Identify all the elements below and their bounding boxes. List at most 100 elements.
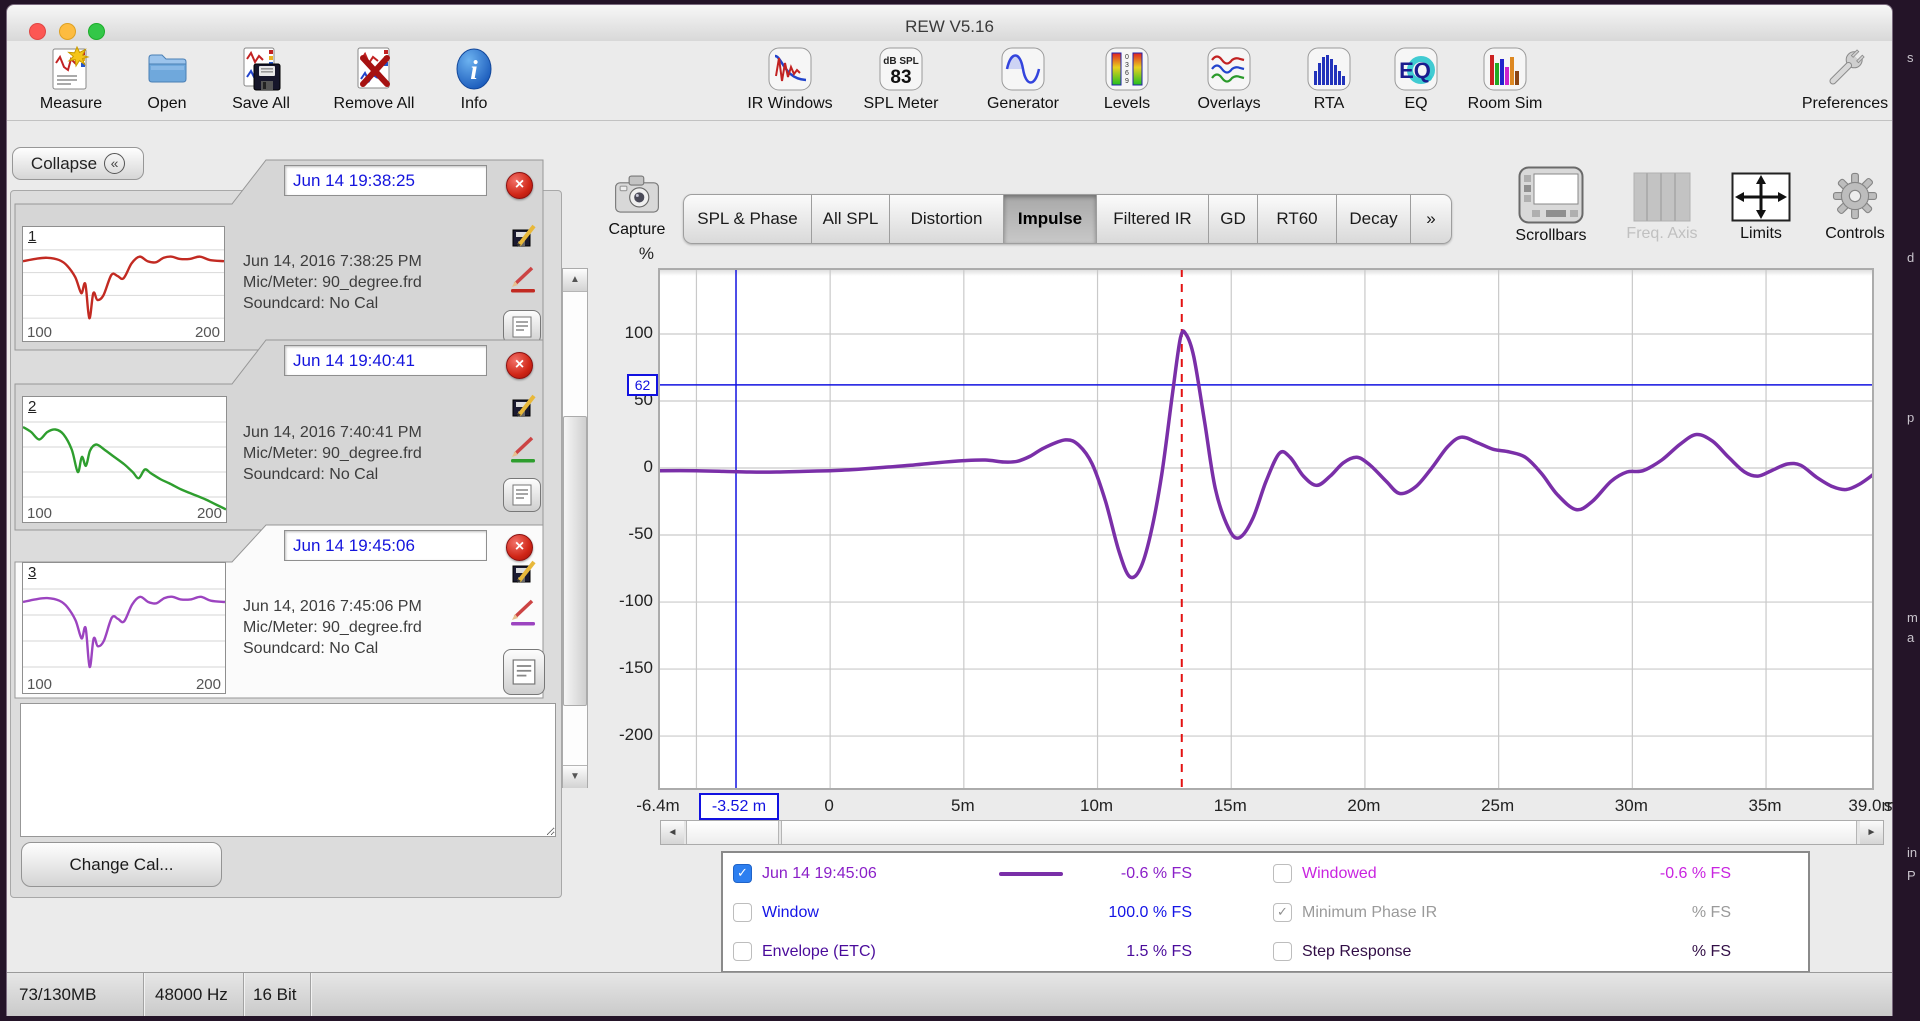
measurement-thumbnail[interactable]: 1 100 200: [22, 226, 225, 342]
measurement-info: Jun 14, 2016 7:45:06 PM Mic/Meter: 90_de…: [243, 596, 493, 659]
trace-colour-pencil-icon[interactable]: [509, 265, 537, 293]
measurement-thumbnail[interactable]: 3 100 200: [22, 562, 226, 694]
trace-colour-pencil-icon[interactable]: [509, 435, 537, 463]
save-all-label: Save All: [213, 95, 309, 113]
delete-measurement-button[interactable]: ×: [506, 352, 533, 379]
change-cal-button[interactable]: Change Cal...: [21, 842, 222, 887]
tab-label: Distortion: [911, 209, 983, 229]
tab-distortion[interactable]: Distortion: [890, 194, 1004, 244]
horizontal-scroll-segment[interactable]: [686, 821, 779, 844]
tab-gd[interactable]: GD: [1209, 194, 1258, 244]
vertical-scrollbar[interactable]: ▲ ▼: [562, 268, 588, 788]
info-button[interactable]: i Info: [426, 45, 522, 117]
tab-overflow-chevron[interactable]: »: [1411, 194, 1452, 244]
open-button[interactable]: Open: [119, 45, 215, 117]
save-measurement-icon[interactable]: [511, 558, 537, 584]
svg-text:0: 0: [1125, 54, 1129, 61]
levels-button[interactable]: 0369 Levels: [1079, 45, 1175, 117]
x-tick-label: 0: [784, 796, 874, 816]
measurement-notes-button[interactable]: [503, 478, 541, 512]
save-all-button[interactable]: Save All: [213, 45, 309, 117]
preferences-button[interactable]: Preferences: [1797, 45, 1893, 117]
bit-depth-status: 16 Bit: [253, 973, 296, 1017]
windowed-checkbox[interactable]: ✓: [1273, 864, 1292, 883]
scroll-right-button[interactable]: ►: [1860, 821, 1883, 844]
minimum-phase-value: % FS: [1601, 904, 1731, 922]
main-toolbar: Measure Open Save All Remove All i Info …: [7, 41, 1892, 121]
desktop-label-fragment: in: [1907, 845, 1917, 860]
vertical-scroll-thumb[interactable]: [563, 416, 587, 706]
measurement-notes-button[interactable]: [503, 649, 545, 695]
x-tick-label: 25m: [1453, 796, 1543, 816]
x-tick-label: 35m: [1720, 796, 1810, 816]
limits-button[interactable]: Limits: [1716, 172, 1806, 243]
delete-measurement-button[interactable]: ×: [506, 172, 533, 199]
envelope-value: 1.5 % FS: [1062, 943, 1192, 961]
rta-button[interactable]: RTA: [1281, 45, 1377, 117]
window-checkbox[interactable]: ✓: [733, 903, 752, 922]
svg-text:9: 9: [1125, 78, 1129, 85]
controls-button[interactable]: Controls: [1810, 170, 1900, 243]
status-divider: [243, 973, 244, 1017]
spl-meter-button[interactable]: dB SPL83 SPL Meter: [853, 45, 949, 117]
levels-label: Levels: [1079, 95, 1175, 113]
x-axis: -6.4m05m10m15m20m25m30m35m39.0m: [658, 794, 1888, 820]
tab-spl-phase[interactable]: SPL & Phase: [683, 194, 812, 244]
status-bar: 73/130MB 48000 Hz 16 Bit: [7, 972, 1892, 1016]
measurement-row[interactable]: × 2 100 200 Jun 14, 2016 7:40:41 PM Mic/…: [14, 338, 545, 532]
desktop-label-fragment: d: [1907, 250, 1914, 265]
graph-tab-bar: SPL & Phase All SPL Distortion Impulse F…: [683, 194, 1452, 244]
measurement-row[interactable]: × 1 100 200 Jun 14, 2016 7:38:25 PM Mic/…: [14, 158, 545, 352]
impulse-plot[interactable]: [658, 268, 1874, 790]
save-measurement-icon[interactable]: [511, 392, 537, 418]
rta-icon: [1305, 45, 1353, 93]
tab-decay[interactable]: Decay: [1337, 194, 1411, 244]
desktop-label-fragment: P: [1907, 868, 1916, 883]
title-bar[interactable]: REW V5.16: [7, 5, 1892, 42]
capture-button[interactable]: Capture: [598, 168, 676, 239]
scrollbars-button[interactable]: Scrollbars: [1506, 166, 1596, 245]
thumbnail-chart: [23, 227, 224, 341]
tab-filtered-ir[interactable]: Filtered IR: [1097, 194, 1209, 244]
camera-icon: [610, 168, 664, 220]
delete-measurement-button[interactable]: ×: [506, 534, 533, 561]
measurement-thumbnail[interactable]: 2 100 200: [22, 396, 227, 523]
tab-rt60[interactable]: RT60: [1258, 194, 1337, 244]
ir-windows-button[interactable]: IR Windows: [742, 45, 838, 117]
trace-checkbox[interactable]: ✓: [733, 864, 752, 883]
measure-icon: [47, 45, 95, 93]
measurement-name-input[interactable]: [284, 165, 487, 196]
remove-all-icon: [350, 45, 398, 93]
tab-all-spl[interactable]: All SPL: [812, 194, 890, 244]
x-tick-label: 5m: [918, 796, 1008, 816]
measurement-name-input[interactable]: [284, 345, 487, 376]
tab-impulse[interactable]: Impulse: [1004, 194, 1097, 244]
minimum-phase-checkbox[interactable]: ✓: [1273, 903, 1292, 922]
measurement-row-selected[interactable]: × 3 100 200 Jun 14, 2016 7:45:06 PM Mic/…: [14, 523, 545, 700]
room-sim-button[interactable]: Room Sim: [1457, 45, 1553, 117]
measure-button[interactable]: Measure: [23, 45, 119, 117]
x-tick-label: 20m: [1319, 796, 1409, 816]
remove-all-button[interactable]: Remove All: [326, 45, 422, 117]
scroll-up-button[interactable]: ▲: [563, 269, 587, 292]
spl-meter-label: SPL Meter: [853, 95, 949, 113]
step-response-checkbox[interactable]: ✓: [1273, 942, 1292, 961]
horizontal-scroll-thumb[interactable]: [781, 821, 1857, 844]
horizontal-scrollbar[interactable]: ◄ ►: [660, 820, 1884, 845]
desktop-label-fragment: a: [1907, 630, 1914, 645]
envelope-checkbox[interactable]: ✓: [733, 942, 752, 961]
measurement-info: Jun 14, 2016 7:38:25 PM Mic/Meter: 90_de…: [243, 251, 493, 314]
eq-button[interactable]: EQ EQ: [1368, 45, 1464, 117]
measurement-name-input[interactable]: [284, 530, 487, 561]
notes-textarea[interactable]: [20, 703, 556, 837]
scroll-down-button[interactable]: ▼: [563, 765, 587, 788]
trace-colour-pencil-icon[interactable]: [509, 598, 537, 626]
overlays-button[interactable]: Overlays: [1181, 45, 1277, 117]
eq-label: EQ: [1368, 95, 1464, 113]
x-tick-label: -6.4m: [613, 796, 703, 816]
save-measurement-icon[interactable]: [511, 222, 537, 248]
gear-icon: [1830, 170, 1880, 222]
scroll-left-button[interactable]: ◄: [661, 821, 684, 844]
generator-button[interactable]: Generator: [975, 45, 1071, 117]
y-tick-label: 0: [593, 457, 653, 477]
